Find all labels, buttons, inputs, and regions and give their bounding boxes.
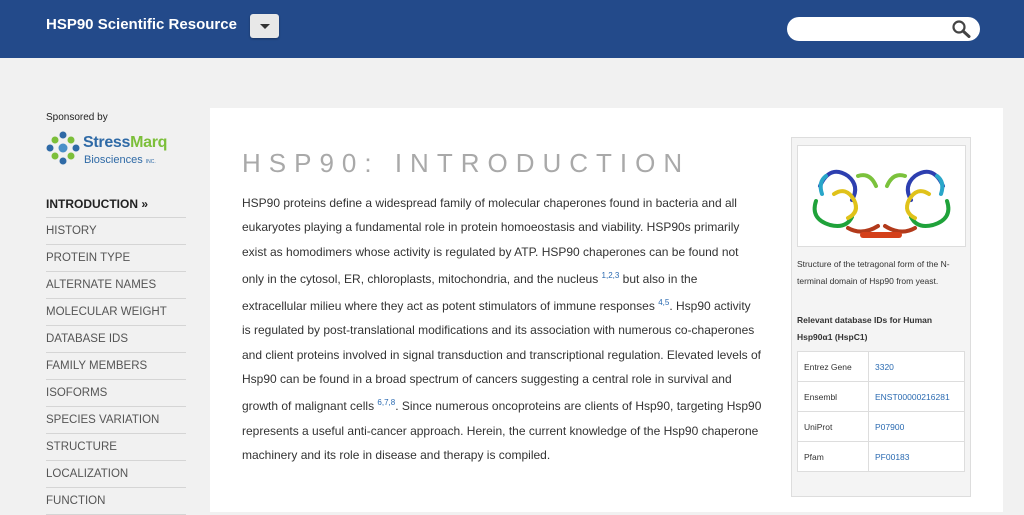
nav-item-protein-type[interactable]: PROTEIN TYPE [46, 245, 186, 272]
db-key: Ensembl [797, 381, 869, 412]
protein-structure-image[interactable] [797, 145, 966, 247]
search-box [787, 17, 980, 43]
caret-down-icon [260, 24, 270, 29]
nav-item-history[interactable]: HISTORY [46, 218, 186, 245]
nav-item-family-members[interactable]: FAMILY MEMBERS [46, 353, 186, 380]
reference-link[interactable]: 1,2,3 [602, 271, 620, 280]
db-key: UniProt [797, 411, 869, 442]
page-title: HSP90: INTRODUCTION [242, 148, 691, 178]
sponsor-name: StressMarq [83, 134, 168, 151]
nav-item-species-variation[interactable]: SPECIES VARIATION [46, 407, 186, 434]
nav-item-introduction[interactable]: INTRODUCTION » [46, 191, 186, 218]
sponsor-subname: Biosciences INC. [84, 154, 156, 166]
db-key: Entrez Gene [797, 351, 869, 382]
top-navbar: HSP90 Scientific Resource [0, 0, 1024, 58]
protein-structure-illustration [812, 169, 951, 238]
database-ids-table: Entrez Gene 3320 Ensembl ENST00000216281… [797, 351, 965, 472]
table-row: Ensembl ENST00000216281 [797, 381, 965, 412]
table-row: Pfam PF00183 [797, 441, 965, 472]
section-nav: INTRODUCTION » HISTORY PROTEIN TYPE ALTE… [46, 191, 186, 515]
db-key: Pfam [797, 441, 869, 472]
intro-paragraph: HSP90 proteins define a widespread famil… [242, 196, 762, 462]
database-ids-heading: Relevant database IDs for Human Hsp90α1 … [797, 315, 933, 342]
nav-item-alternate-names[interactable]: ALTERNATE NAMES [46, 272, 186, 299]
figure-caption: Structure of the tetragonal form of the … [797, 259, 950, 286]
db-link-uniprot[interactable]: P07900 [868, 411, 965, 442]
nav-item-molecular-weight[interactable]: MOLECULAR WEIGHT [46, 299, 186, 326]
infobox: Structure of the tetragonal form of the … [791, 137, 971, 497]
main-content: HSP90: INTRODUCTION HSP90 proteins defin… [210, 108, 1003, 512]
nav-item-structure[interactable]: STRUCTURE [46, 434, 186, 461]
nav-item-localization[interactable]: LOCALIZATION [46, 461, 186, 488]
reference-link[interactable]: 6,7,8 [377, 398, 395, 407]
table-row: UniProt P07900 [797, 411, 965, 442]
reference-link[interactable]: 4,5 [658, 298, 669, 307]
menu-dropdown-button[interactable] [250, 14, 279, 38]
nav-item-database-ids[interactable]: DATABASE IDS [46, 326, 186, 353]
db-link-entrez[interactable]: 3320 [868, 351, 965, 382]
search-icon[interactable] [951, 20, 971, 38]
table-row: Entrez Gene 3320 [797, 351, 965, 382]
nav-item-function[interactable]: FUNCTION [46, 488, 186, 515]
db-link-ensembl[interactable]: ENST00000216281 [868, 381, 965, 412]
nav-item-isoforms[interactable]: ISOFORMS [46, 380, 186, 407]
db-link-pfam[interactable]: PF00183 [868, 441, 965, 472]
stressmarq-logo[interactable]: StressMarq Biosciences INC. [46, 131, 186, 171]
sponsor-logo-icon [46, 131, 80, 165]
sponsor-label: Sponsored by [46, 112, 108, 123]
site-brand[interactable]: HSP90 Scientific Resource [46, 16, 237, 33]
search-input[interactable] [797, 17, 951, 43]
sidebar: Sponsored by StressMarq Biosciences INC.… [46, 112, 186, 515]
